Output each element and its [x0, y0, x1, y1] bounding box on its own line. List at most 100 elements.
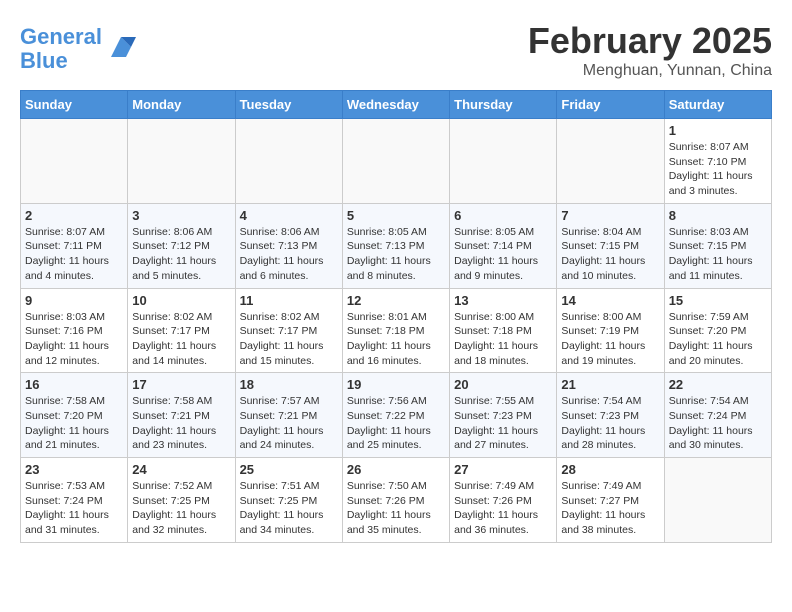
month-title: February 2025	[528, 20, 772, 62]
calendar-cell	[235, 119, 342, 204]
day-info: Sunrise: 7:53 AM Sunset: 7:24 PM Dayligh…	[25, 479, 123, 538]
day-info: Sunrise: 8:02 AM Sunset: 7:17 PM Dayligh…	[132, 310, 230, 369]
day-info: Sunrise: 8:00 AM Sunset: 7:19 PM Dayligh…	[561, 310, 659, 369]
day-number: 14	[561, 293, 659, 308]
day-info: Sunrise: 7:59 AM Sunset: 7:20 PM Dayligh…	[669, 310, 767, 369]
calendar-week-4: 16 Sunrise: 7:58 AM Sunset: 7:20 PM Dayli…	[21, 373, 772, 458]
calendar-cell: 28 Sunrise: 7:49 AM Sunset: 7:27 PM Dayli…	[557, 458, 664, 543]
logo-icon	[106, 32, 136, 62]
weekday-header-saturday: Saturday	[664, 91, 771, 119]
day-number: 6	[454, 208, 552, 223]
day-number: 7	[561, 208, 659, 223]
calendar-cell: 19 Sunrise: 7:56 AM Sunset: 7:22 PM Dayli…	[342, 373, 449, 458]
calendar-cell: 3 Sunrise: 8:06 AM Sunset: 7:12 PM Daylig…	[128, 203, 235, 288]
calendar-cell: 4 Sunrise: 8:06 AM Sunset: 7:13 PM Daylig…	[235, 203, 342, 288]
location-subtitle: Menghuan, Yunnan, China	[528, 62, 772, 80]
calendar-cell: 17 Sunrise: 7:58 AM Sunset: 7:21 PM Dayli…	[128, 373, 235, 458]
weekday-header-sunday: Sunday	[21, 91, 128, 119]
day-info: Sunrise: 8:03 AM Sunset: 7:16 PM Dayligh…	[25, 310, 123, 369]
day-info: Sunrise: 8:03 AM Sunset: 7:15 PM Dayligh…	[669, 225, 767, 284]
day-info: Sunrise: 7:51 AM Sunset: 7:25 PM Dayligh…	[240, 479, 338, 538]
calendar-cell: 7 Sunrise: 8:04 AM Sunset: 7:15 PM Daylig…	[557, 203, 664, 288]
day-number: 18	[240, 377, 338, 392]
day-number: 3	[132, 208, 230, 223]
calendar-cell: 15Sunrise: 7:59 AM Sunset: 7:20 PM Dayli…	[664, 288, 771, 373]
day-number: 16	[25, 377, 123, 392]
day-info: Sunrise: 8:07 AM Sunset: 7:11 PM Dayligh…	[25, 225, 123, 284]
weekday-header-tuesday: Tuesday	[235, 91, 342, 119]
calendar-cell: 6 Sunrise: 8:05 AM Sunset: 7:14 PM Daylig…	[450, 203, 557, 288]
day-number: 21	[561, 377, 659, 392]
calendar-cell	[128, 119, 235, 204]
day-number: 2	[25, 208, 123, 223]
day-number: 12	[347, 293, 445, 308]
day-info: Sunrise: 7:58 AM Sunset: 7:20 PM Dayligh…	[25, 394, 123, 453]
logo-blue: Blue	[20, 48, 68, 73]
day-info: Sunrise: 8:06 AM Sunset: 7:12 PM Dayligh…	[132, 225, 230, 284]
day-number: 25	[240, 462, 338, 477]
weekday-header-monday: Monday	[128, 91, 235, 119]
day-number: 28	[561, 462, 659, 477]
calendar-cell	[664, 458, 771, 543]
day-info: Sunrise: 7:56 AM Sunset: 7:22 PM Dayligh…	[347, 394, 445, 453]
day-info: Sunrise: 7:52 AM Sunset: 7:25 PM Dayligh…	[132, 479, 230, 538]
calendar-cell	[450, 119, 557, 204]
calendar-week-5: 23 Sunrise: 7:53 AM Sunset: 7:24 PM Dayli…	[21, 458, 772, 543]
calendar-cell: 26 Sunrise: 7:50 AM Sunset: 7:26 PM Dayli…	[342, 458, 449, 543]
logo-general: General	[20, 24, 102, 49]
calendar-cell: 1 Sunrise: 8:07 AM Sunset: 7:10 PM Daylig…	[664, 119, 771, 204]
day-number: 26	[347, 462, 445, 477]
calendar-cell: 5 Sunrise: 8:05 AM Sunset: 7:13 PM Daylig…	[342, 203, 449, 288]
day-number: 23	[25, 462, 123, 477]
day-number: 9	[25, 293, 123, 308]
logo-text: General Blue	[20, 25, 102, 73]
day-info: Sunrise: 8:05 AM Sunset: 7:13 PM Dayligh…	[347, 225, 445, 284]
day-info: Sunrise: 7:49 AM Sunset: 7:26 PM Dayligh…	[454, 479, 552, 538]
title-block: February 2025 Menghuan, Yunnan, China	[528, 20, 772, 80]
calendar-cell: 11Sunrise: 8:02 AM Sunset: 7:17 PM Dayli…	[235, 288, 342, 373]
day-info: Sunrise: 8:01 AM Sunset: 7:18 PM Dayligh…	[347, 310, 445, 369]
day-info: Sunrise: 8:07 AM Sunset: 7:10 PM Dayligh…	[669, 140, 767, 199]
calendar-cell: 16 Sunrise: 7:58 AM Sunset: 7:20 PM Dayli…	[21, 373, 128, 458]
header: General Blue February 2025 Menghuan, Yun…	[20, 20, 772, 80]
day-number: 24	[132, 462, 230, 477]
calendar-cell: 12 Sunrise: 8:01 AM Sunset: 7:18 PM Dayli…	[342, 288, 449, 373]
day-number: 1	[669, 123, 767, 138]
calendar-cell: 10 Sunrise: 8:02 AM Sunset: 7:17 PM Dayli…	[128, 288, 235, 373]
day-info: Sunrise: 8:04 AM Sunset: 7:15 PM Dayligh…	[561, 225, 659, 284]
day-info: Sunrise: 7:54 AM Sunset: 7:23 PM Dayligh…	[561, 394, 659, 453]
day-number: 20	[454, 377, 552, 392]
day-number: 17	[132, 377, 230, 392]
day-info: Sunrise: 8:05 AM Sunset: 7:14 PM Dayligh…	[454, 225, 552, 284]
day-number: 19	[347, 377, 445, 392]
calendar-header-row: SundayMondayTuesdayWednesdayThursdayFrid…	[21, 91, 772, 119]
calendar-cell: 24 Sunrise: 7:52 AM Sunset: 7:25 PM Dayli…	[128, 458, 235, 543]
weekday-header-thursday: Thursday	[450, 91, 557, 119]
calendar-cell: 22Sunrise: 7:54 AM Sunset: 7:24 PM Dayli…	[664, 373, 771, 458]
calendar-table: SundayMondayTuesdayWednesdayThursdayFrid…	[20, 90, 772, 543]
day-number: 4	[240, 208, 338, 223]
day-info: Sunrise: 7:58 AM Sunset: 7:21 PM Dayligh…	[132, 394, 230, 453]
day-info: Sunrise: 7:50 AM Sunset: 7:26 PM Dayligh…	[347, 479, 445, 538]
day-number: 5	[347, 208, 445, 223]
calendar-cell: 23 Sunrise: 7:53 AM Sunset: 7:24 PM Dayli…	[21, 458, 128, 543]
calendar-cell: 20 Sunrise: 7:55 AM Sunset: 7:23 PM Dayli…	[450, 373, 557, 458]
day-number: 27	[454, 462, 552, 477]
calendar-cell: 27 Sunrise: 7:49 AM Sunset: 7:26 PM Dayli…	[450, 458, 557, 543]
calendar-cell: 25 Sunrise: 7:51 AM Sunset: 7:25 PM Dayli…	[235, 458, 342, 543]
day-number: 11	[240, 293, 338, 308]
day-info: Sunrise: 7:49 AM Sunset: 7:27 PM Dayligh…	[561, 479, 659, 538]
calendar-cell: 9 Sunrise: 8:03 AM Sunset: 7:16 PM Daylig…	[21, 288, 128, 373]
day-info: Sunrise: 7:55 AM Sunset: 7:23 PM Dayligh…	[454, 394, 552, 453]
day-info: Sunrise: 8:06 AM Sunset: 7:13 PM Dayligh…	[240, 225, 338, 284]
calendar-week-2: 2 Sunrise: 8:07 AM Sunset: 7:11 PM Daylig…	[21, 203, 772, 288]
calendar-cell	[557, 119, 664, 204]
calendar-cell	[21, 119, 128, 204]
calendar-cell: 14 Sunrise: 8:00 AM Sunset: 7:19 PM Dayli…	[557, 288, 664, 373]
calendar-cell: 2 Sunrise: 8:07 AM Sunset: 7:11 PM Daylig…	[21, 203, 128, 288]
day-info: Sunrise: 8:00 AM Sunset: 7:18 PM Dayligh…	[454, 310, 552, 369]
day-number: 10	[132, 293, 230, 308]
day-info: Sunrise: 7:54 AM Sunset: 7:24 PM Dayligh…	[669, 394, 767, 453]
logo: General Blue	[20, 25, 136, 73]
calendar-cell: 18Sunrise: 7:57 AM Sunset: 7:21 PM Dayli…	[235, 373, 342, 458]
